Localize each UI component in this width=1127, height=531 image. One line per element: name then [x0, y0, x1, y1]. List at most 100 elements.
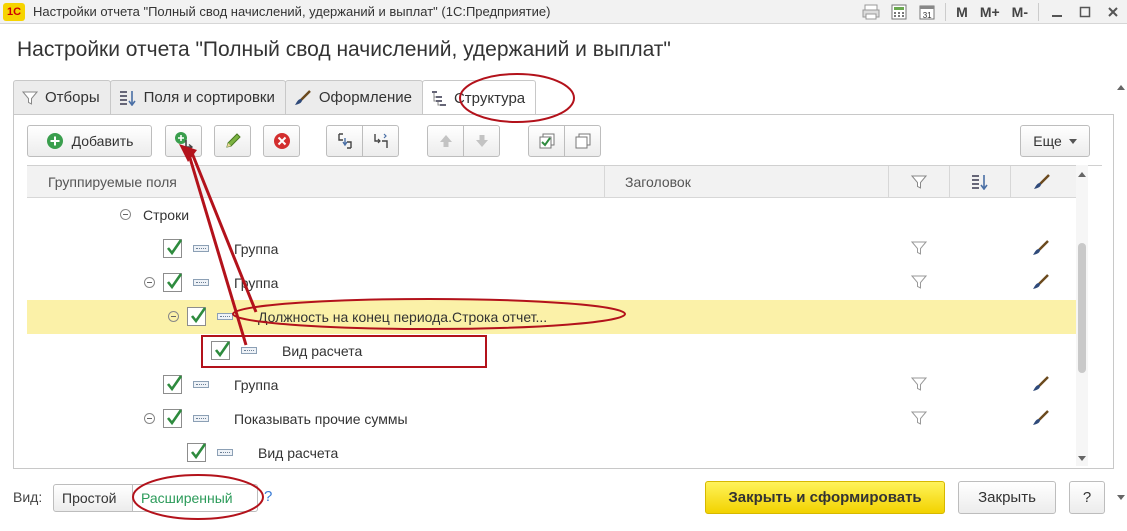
- filter-icon[interactable]: [910, 240, 928, 259]
- close-icon[interactable]: [1102, 3, 1124, 21]
- view-simple-button[interactable]: Простой: [53, 484, 133, 512]
- group-buttons: [326, 125, 399, 157]
- delete-button[interactable]: [263, 125, 300, 157]
- collapse-icon[interactable]: [144, 413, 155, 424]
- row-checkbox[interactable]: [211, 341, 231, 360]
- window-scrollbar[interactable]: [1116, 80, 1126, 510]
- tab-appearance[interactable]: Оформление: [284, 80, 423, 114]
- table-row[interactable]: Показывать прочие суммы: [27, 402, 1087, 436]
- filter-icon: [22, 90, 38, 106]
- tab-label: Оформление: [318, 89, 412, 106]
- row-checkbox[interactable]: [163, 273, 183, 292]
- brush-icon[interactable]: [1032, 240, 1050, 259]
- scroll-up-arrow[interactable]: [1078, 172, 1086, 177]
- field-icon: [193, 415, 209, 422]
- scroll-down-arrow[interactable]: [1078, 456, 1086, 461]
- add-nested-icon: [174, 131, 194, 151]
- sort-icon: [119, 90, 137, 106]
- column-header-title[interactable]: Заголовок: [605, 166, 889, 198]
- help-button[interactable]: ?: [1069, 481, 1105, 514]
- close-button[interactable]: Закрыть: [958, 481, 1056, 514]
- table-row[interactable]: Группа: [27, 368, 1087, 402]
- brush-icon: [294, 89, 312, 106]
- tab-filters[interactable]: Отборы: [13, 80, 111, 114]
- table-row[interactable]: Вид расчета: [27, 436, 1087, 466]
- minimize-icon[interactable]: [1046, 3, 1068, 21]
- table-row[interactable]: Группа: [27, 266, 1087, 300]
- collapse-icon[interactable]: [120, 209, 131, 220]
- filter-icon[interactable]: [910, 376, 928, 395]
- filter-icon[interactable]: [910, 410, 928, 429]
- column-header-appearance[interactable]: [1011, 166, 1072, 198]
- uncheck-all-button[interactable]: [564, 125, 601, 157]
- add-button[interactable]: Добавить: [27, 125, 152, 157]
- move-down-button[interactable]: [463, 125, 500, 157]
- arrow-down-icon: [474, 133, 490, 149]
- brush-icon[interactable]: [1032, 410, 1050, 429]
- brush-icon[interactable]: [1032, 376, 1050, 395]
- uncheck-all-icon: [574, 132, 592, 150]
- calendar-icon[interactable]: 31: [916, 3, 938, 21]
- tab-fields-sorting[interactable]: Поля и сортировки: [109, 80, 286, 114]
- table-row-selected[interactable]: Должность на конец периода.Строка отчет.…: [27, 300, 1087, 334]
- scroll-thumb[interactable]: [1078, 243, 1086, 373]
- tab-label: Поля и сортировки: [143, 89, 275, 106]
- table-row[interactable]: Группа: [27, 232, 1087, 266]
- add-nested-group-button[interactable]: [165, 125, 202, 157]
- field-icon: [193, 279, 209, 286]
- structure-icon: [431, 90, 447, 106]
- row-checkbox[interactable]: [187, 307, 207, 326]
- check-all-icon: [538, 132, 556, 150]
- memory-button[interactable]: M: [956, 4, 968, 20]
- row-checkbox[interactable]: [187, 443, 207, 462]
- group-button[interactable]: [326, 125, 363, 157]
- view-advanced-button[interactable]: Расширенный: [132, 484, 258, 512]
- row-label: Должность на конец периода.Строка отчет.…: [258, 309, 548, 325]
- app-logo: 1С: [3, 3, 25, 21]
- brush-icon: [1033, 174, 1051, 190]
- window-scroll-up-arrow[interactable]: [1117, 85, 1125, 90]
- settings-tabs: Отборы Поля и сортировки Оформление Стру…: [13, 80, 537, 115]
- collapse-icon[interactable]: [144, 277, 155, 288]
- chevron-down-icon: [1068, 138, 1077, 144]
- print-icon[interactable]: [860, 3, 882, 21]
- row-label: Показывать прочие суммы: [234, 411, 408, 427]
- collapse-icon[interactable]: [168, 311, 179, 322]
- check-all-button[interactable]: [528, 125, 565, 157]
- brush-icon[interactable]: [1032, 274, 1050, 293]
- close-and-generate-button[interactable]: Закрыть и сформировать: [705, 481, 945, 514]
- column-header-filter[interactable]: [889, 166, 950, 198]
- edit-button[interactable]: [214, 125, 251, 157]
- row-checkbox[interactable]: [163, 239, 183, 258]
- table-row[interactable]: Вид расчета: [27, 334, 1087, 368]
- view-help-link[interactable]: ?: [264, 488, 272, 505]
- memory-minus-button[interactable]: M-: [1012, 4, 1028, 20]
- row-checkbox[interactable]: [163, 375, 183, 394]
- add-button-label: Добавить: [71, 133, 134, 149]
- delete-icon: [273, 132, 291, 150]
- tab-structure[interactable]: Структура: [421, 80, 537, 115]
- row-label: Группа: [234, 241, 279, 257]
- row-label: Группа: [234, 377, 279, 393]
- calculator-icon[interactable]: [888, 3, 910, 21]
- ungroup-button[interactable]: [362, 125, 399, 157]
- field-icon: [193, 381, 209, 388]
- move-up-button[interactable]: [427, 125, 464, 157]
- table-header: Группируемые поля Заголовок: [27, 166, 1087, 198]
- sort-icon: [971, 174, 989, 190]
- maximize-icon[interactable]: [1074, 3, 1096, 21]
- row-checkbox[interactable]: [163, 409, 183, 428]
- filter-icon: [911, 174, 927, 190]
- row-label: Вид расчета: [258, 445, 339, 461]
- table-row[interactable]: Строки: [27, 198, 1087, 232]
- filter-icon[interactable]: [910, 274, 928, 293]
- field-icon: [193, 245, 209, 252]
- titlebar-controls: 31 M M+ M-: [857, 0, 1127, 24]
- table-scrollbar[interactable]: [1076, 165, 1088, 466]
- memory-plus-button[interactable]: M+: [980, 4, 1000, 20]
- more-button[interactable]: Еще: [1020, 125, 1090, 157]
- field-icon: [217, 313, 233, 320]
- window-scroll-down-arrow[interactable]: [1117, 495, 1125, 500]
- column-header-grouping-fields[interactable]: Группируемые поля: [27, 166, 605, 198]
- column-header-sort[interactable]: [950, 166, 1011, 198]
